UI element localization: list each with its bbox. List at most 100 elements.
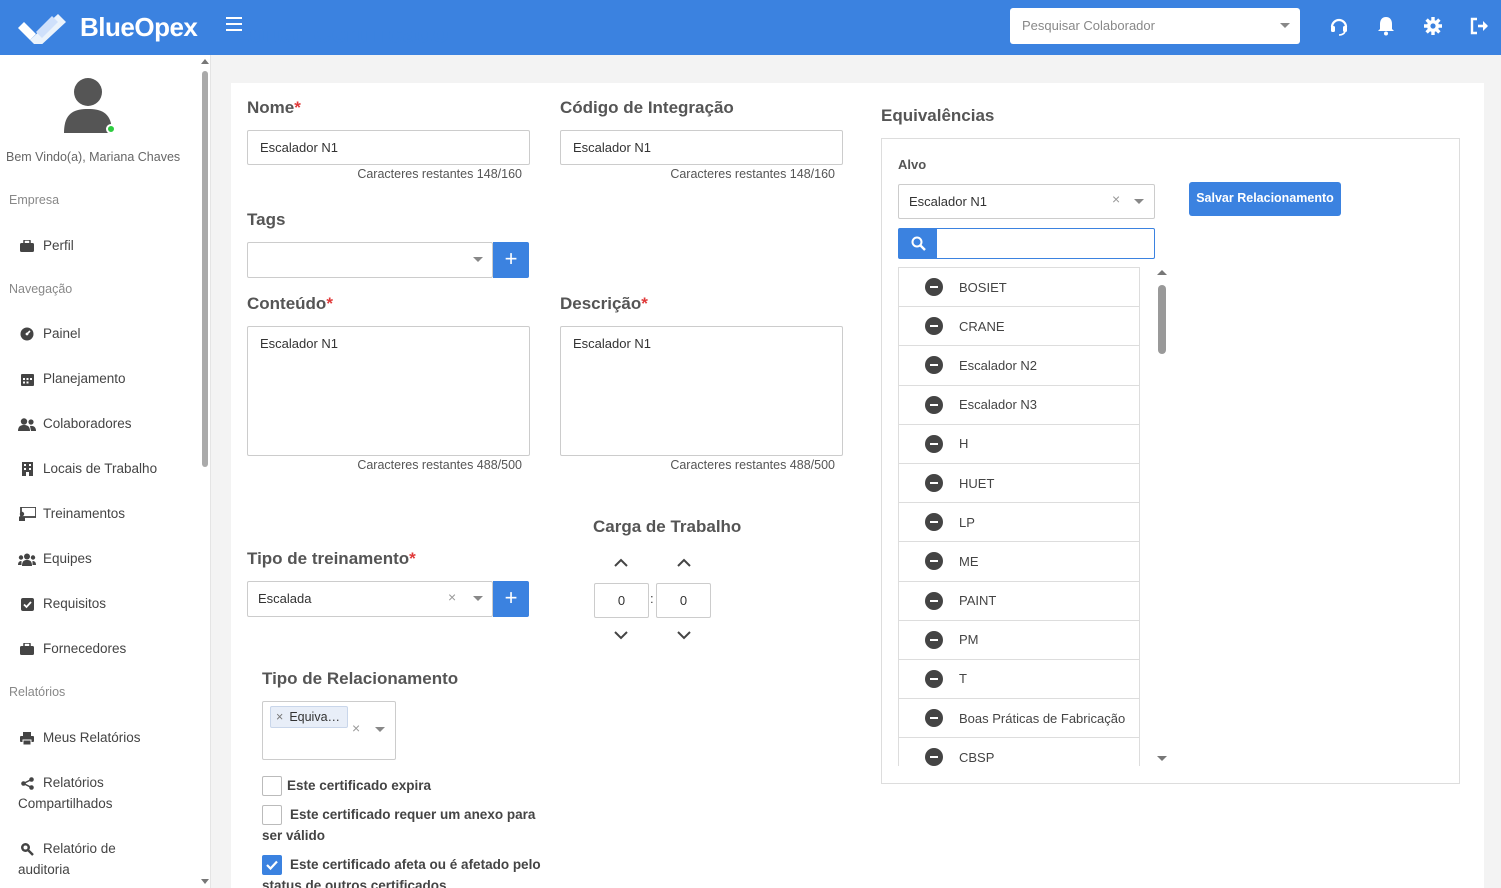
- sidebar-item-perfil[interactable]: Perfil: [18, 238, 74, 256]
- remove-circle-icon[interactable]: [925, 317, 943, 336]
- relacionamento-label: Tipo de Relacionamento: [262, 669, 459, 688]
- list-item[interactable]: HUET: [899, 464, 1139, 504]
- clear-icon[interactable]: ×: [1112, 191, 1120, 207]
- list-item[interactable]: Escalador N3: [899, 386, 1139, 425]
- remove-circle-icon[interactable]: [925, 591, 943, 610]
- alvo-select[interactable]: Escalador N1 ×: [898, 184, 1155, 219]
- descricao-textarea[interactable]: Escalador N1: [560, 326, 843, 456]
- top-bar: BlueOpex Pesquisar Colaborador: [0, 0, 1501, 55]
- employee-search-select[interactable]: Pesquisar Colaborador: [1010, 8, 1300, 44]
- sidebar-item-requisitos[interactable]: Requisitos: [18, 596, 106, 614]
- sidebar-item-colaboradores[interactable]: Colaboradores: [18, 416, 132, 434]
- logout-icon[interactable]: [1469, 15, 1491, 37]
- page-title: Editar Certificado: [232, 31, 449, 55]
- remove-chip-icon[interactable]: ×: [276, 710, 283, 724]
- codigo-input[interactable]: Escalador N1: [560, 130, 843, 165]
- scroll-down-icon[interactable]: [201, 879, 209, 884]
- gear-icon[interactable]: [1422, 15, 1444, 37]
- sidebar-item-painel[interactable]: Painel: [18, 326, 81, 344]
- list-item[interactable]: T: [899, 660, 1139, 700]
- team-icon: [18, 552, 36, 566]
- remove-circle-icon[interactable]: [925, 278, 943, 297]
- sidebar-item-relatorio-auditoria[interactable]: Relatório de auditoria: [18, 841, 116, 880]
- remove-circle-icon[interactable]: [925, 513, 943, 532]
- tags-select[interactable]: [247, 242, 493, 278]
- scrollbar-thumb[interactable]: [202, 71, 208, 467]
- sidebar-item-equipes[interactable]: Equipes: [18, 551, 92, 569]
- remove-circle-icon[interactable]: [925, 748, 943, 766]
- sidebar-item-planejamento[interactable]: Planejamento: [18, 371, 126, 389]
- chevron-down-icon: [1280, 23, 1290, 28]
- list-item[interactable]: CRANE: [899, 307, 1139, 347]
- list-item-label: Boas Práticas de Fabricação: [959, 710, 1126, 726]
- sidebar-item-label: Fornecedores: [43, 641, 127, 656]
- scroll-up-icon[interactable]: [201, 59, 209, 64]
- list-item[interactable]: LP: [899, 503, 1139, 543]
- chalkboard-icon: [18, 507, 36, 521]
- add-tag-button[interactable]: +: [493, 242, 529, 278]
- afeta-checkbox[interactable]: [262, 855, 282, 875]
- remove-circle-icon[interactable]: [925, 474, 943, 493]
- tipo-select[interactable]: Escalada ×: [247, 581, 493, 617]
- list-item[interactable]: CBSP: [899, 738, 1139, 766]
- codigo-label: Código de Integração: [560, 98, 734, 117]
- sidebar-item-relatorios-compartilhados[interactable]: Relatórios Compartilhados: [18, 775, 113, 814]
- carga-label: Carga de Trabalho: [593, 517, 742, 536]
- remove-circle-icon[interactable]: [925, 356, 943, 375]
- sidebar-item-meus-relatorios[interactable]: Meus Relatórios: [18, 730, 141, 748]
- list-item-label: PAINT: [959, 593, 997, 609]
- equiv-list-scrollbar[interactable]: [1157, 270, 1167, 764]
- remove-circle-icon[interactable]: [925, 395, 943, 414]
- brand-logo[interactable]: BlueOpex: [16, 10, 198, 44]
- list-item[interactable]: Escalador N2: [899, 346, 1139, 386]
- relacionamento-chip[interactable]: × Equiva…: [270, 706, 348, 728]
- headset-icon[interactable]: [1328, 15, 1350, 37]
- hours-down-icon[interactable]: [614, 630, 628, 640]
- scroll-down-icon[interactable]: [1157, 756, 1167, 761]
- remove-circle-icon[interactable]: [925, 552, 943, 571]
- save-relationship-button[interactable]: Salvar Relacionamento: [1189, 182, 1341, 216]
- conteudo-textarea[interactable]: Escalador N1: [247, 326, 530, 456]
- list-item[interactable]: BOSIET: [899, 268, 1139, 308]
- remove-circle-icon[interactable]: [925, 709, 943, 728]
- list-item[interactable]: ME: [899, 542, 1139, 582]
- chevron-down-icon: [473, 257, 483, 262]
- scroll-up-icon[interactable]: [1157, 270, 1167, 275]
- equiv-search-field[interactable]: [898, 228, 1155, 259]
- hours-input[interactable]: 0: [594, 583, 649, 618]
- sidebar-item-fornecedores[interactable]: Fornecedores: [18, 641, 126, 659]
- list-item[interactable]: H: [899, 425, 1139, 464]
- nome-counter: Caracteres restantes 148/160: [357, 167, 522, 181]
- share-icon: [18, 776, 36, 790]
- sidebar-item-treinamentos[interactable]: Treinamentos: [18, 506, 125, 524]
- clear-icon[interactable]: ×: [448, 589, 456, 605]
- sidebar-item-label: Painel: [43, 326, 81, 341]
- sidebar-item-locais[interactable]: Locais de Trabalho: [18, 461, 157, 479]
- remove-circle-icon[interactable]: [925, 630, 943, 649]
- hours-up-icon[interactable]: [614, 558, 628, 568]
- minutes-input[interactable]: 0: [656, 583, 711, 618]
- remove-circle-icon[interactable]: [925, 669, 943, 688]
- descricao-label: Descrição*: [560, 294, 648, 314]
- nome-label: Nome*: [247, 98, 301, 118]
- expira-checkbox[interactable]: [262, 776, 282, 796]
- list-item[interactable]: PAINT: [899, 582, 1139, 621]
- remove-circle-icon[interactable]: [925, 434, 943, 453]
- add-tipo-button[interactable]: +: [493, 581, 529, 617]
- scrollbar-thumb[interactable]: [1158, 285, 1166, 354]
- minutes-down-icon[interactable]: [677, 630, 691, 640]
- list-item[interactable]: PM: [899, 621, 1139, 660]
- chevron-down-icon: [375, 727, 385, 732]
- minutes-up-icon[interactable]: [677, 558, 691, 568]
- list-item[interactable]: Boas Práticas de Fabricação: [899, 699, 1139, 739]
- alvo-label: Alvo: [898, 157, 927, 172]
- chip-label: Equiva…: [289, 710, 341, 724]
- online-status-dot: [106, 124, 116, 134]
- clear-icon[interactable]: ×: [352, 720, 360, 736]
- bell-icon[interactable]: [1375, 15, 1397, 37]
- selected-value: Escalada: [258, 591, 312, 606]
- nome-input[interactable]: Escalador N1: [247, 130, 530, 165]
- section-relatorios: Relatórios: [9, 685, 66, 699]
- anexo-checkbox[interactable]: [262, 805, 282, 825]
- sidebar-scrollbar[interactable]: [200, 55, 210, 888]
